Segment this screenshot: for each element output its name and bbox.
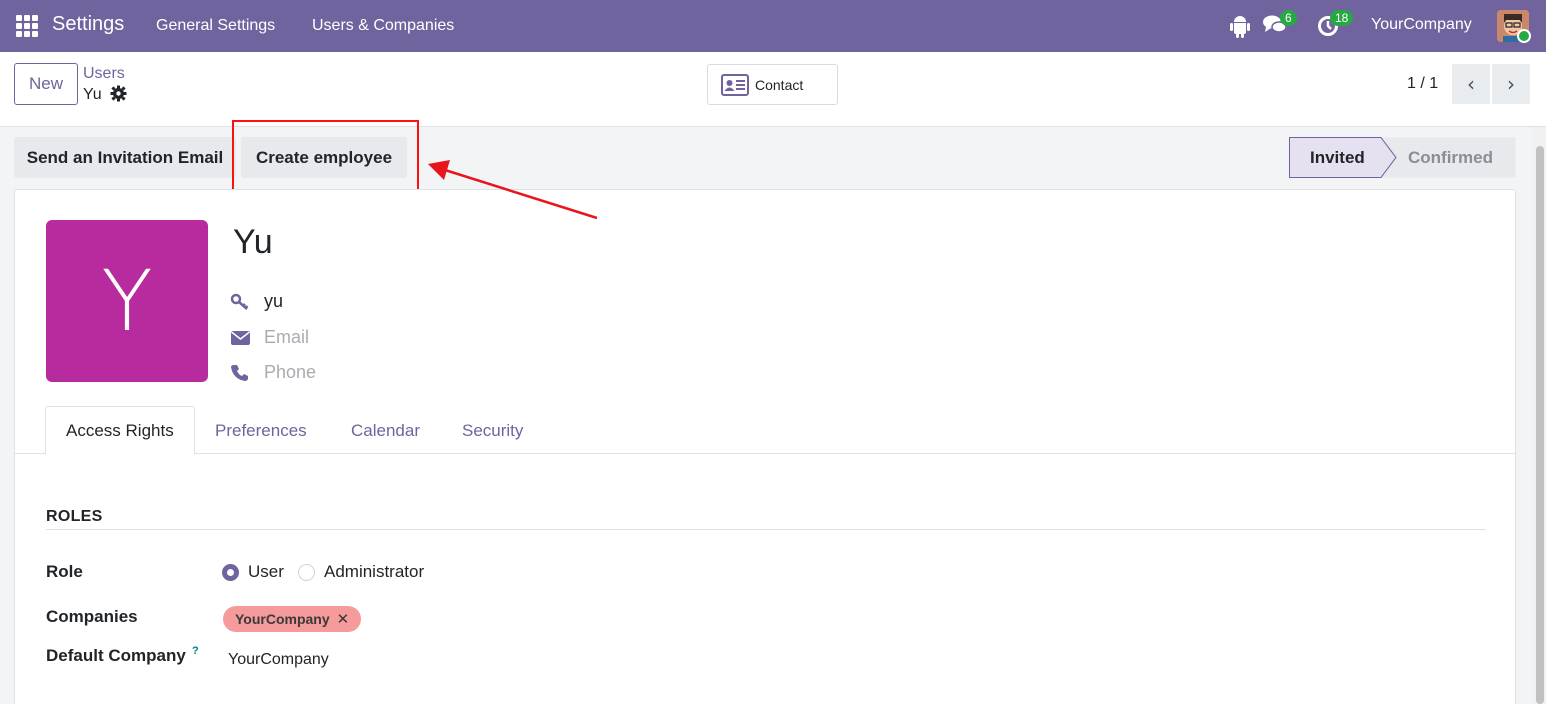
- phone-icon: [230, 363, 252, 383]
- section-divider: [46, 529, 1486, 530]
- role-administrator-radio[interactable]: [298, 564, 315, 581]
- top-navbar: Settings General Settings Users & Compan…: [0, 0, 1546, 52]
- status-invited[interactable]: Invited: [1310, 148, 1365, 168]
- envelope-icon: [230, 328, 252, 348]
- menu-users-companies[interactable]: Users & Companies: [312, 17, 454, 35]
- new-button[interactable]: New: [14, 63, 78, 105]
- menu-general-settings[interactable]: General Settings: [156, 17, 275, 35]
- tab-security[interactable]: Security: [442, 406, 543, 455]
- pager-next-button[interactable]: ›: [1492, 64, 1530, 104]
- role-user-radio[interactable]: [222, 564, 239, 581]
- form-sheet: Y Yu yu Email Phone Access Rights Prefer…: [14, 189, 1516, 704]
- tab-calendar[interactable]: Calendar: [331, 406, 440, 455]
- login-value[interactable]: yu: [264, 291, 283, 312]
- default-company-value[interactable]: YourCompany: [228, 651, 329, 669]
- contact-label: Contact: [755, 76, 804, 93]
- id-card-icon: [721, 73, 749, 96]
- email-field-row: Email: [230, 327, 309, 348]
- tag-remove-icon[interactable]: ✕: [337, 610, 350, 628]
- scrollbar-thumb[interactable]: [1536, 146, 1544, 704]
- email-input[interactable]: Email: [264, 327, 309, 348]
- pager-previous-button[interactable]: ‹: [1452, 64, 1490, 104]
- status-bar: Invited Confirmed: [1289, 137, 1516, 178]
- breadcrumb-current: Yu: [83, 86, 102, 103]
- apps-menu-icon[interactable]: [16, 15, 38, 37]
- user-name-field[interactable]: Yu: [233, 223, 273, 262]
- breadcrumb-users[interactable]: Users: [83, 65, 125, 83]
- tab-access-rights[interactable]: Access Rights: [45, 406, 195, 455]
- key-icon: [230, 292, 252, 312]
- app-title[interactable]: Settings: [52, 13, 124, 36]
- contact-smart-button[interactable]: Contact: [707, 64, 838, 105]
- default-company-label: Default Company: [46, 646, 186, 665]
- company-switcher[interactable]: YourCompany: [1371, 16, 1472, 34]
- notebook-tabs: Access Rights Preferences Calendar Secur…: [15, 406, 1515, 455]
- pager-value[interactable]: 1 / 1: [1407, 75, 1438, 93]
- online-status-dot: [1517, 29, 1531, 43]
- android-icon[interactable]: [1229, 14, 1251, 38]
- user-avatar-large[interactable]: Y: [46, 220, 208, 382]
- company-tag: YourCompany ✕: [223, 606, 362, 632]
- help-tooltip-icon[interactable]: ?: [192, 645, 199, 657]
- role-administrator-label[interactable]: Administrator: [324, 562, 424, 582]
- phone-field-row: Phone: [230, 362, 316, 383]
- send-invitation-button[interactable]: Send an Invitation Email: [14, 137, 236, 178]
- login-field-row: yu: [230, 291, 283, 312]
- activities-badge: 18: [1330, 10, 1354, 26]
- companies-label: Companies: [46, 607, 138, 626]
- control-panel: New Users Yu Contact 1 / 1 ‹ ›: [0, 52, 1546, 127]
- roles-section-title: ROLES: [46, 508, 103, 525]
- role-label: Role: [46, 562, 83, 581]
- tab-preferences[interactable]: Preferences: [195, 406, 327, 455]
- status-confirmed[interactable]: Confirmed: [1408, 148, 1493, 168]
- gear-icon[interactable]: [110, 85, 127, 107]
- messages-badge: 6: [1280, 10, 1297, 26]
- annotation-highlight-box: [232, 120, 419, 191]
- phone-input[interactable]: Phone: [264, 362, 316, 383]
- company-tag-label: YourCompany: [235, 611, 330, 627]
- role-user-label[interactable]: User: [248, 562, 284, 582]
